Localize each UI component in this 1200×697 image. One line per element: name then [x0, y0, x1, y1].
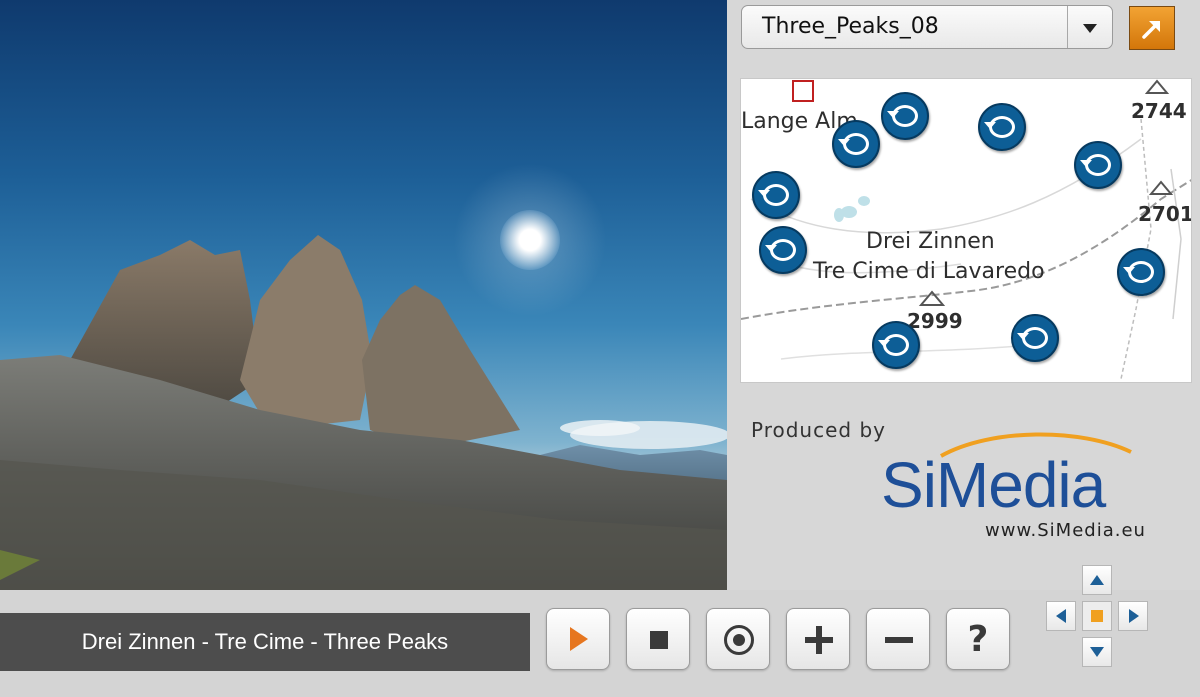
player-controls: Drei Zinnen - Tre Cime - Three Peaks ? [0, 590, 1200, 697]
website-link[interactable]: www.SiMedia.eu [985, 520, 1146, 541]
expand-arrow-icon [1142, 21, 1160, 39]
pan-left-button[interactable] [1046, 601, 1076, 631]
map-panorama-marker[interactable] [978, 103, 1026, 151]
fullscreen-button[interactable] [1129, 6, 1175, 50]
map-label-tre-cime: Tre Cime di Lavaredo [813, 259, 1045, 284]
map-panorama-marker[interactable] [881, 92, 929, 140]
zoom-out-button[interactable] [866, 608, 930, 670]
zoom-in-button[interactable] [786, 608, 850, 670]
map-label-drei-zinnen: Drei Zinnen [866, 229, 995, 254]
chevron-down-icon[interactable] [1067, 6, 1112, 48]
panorama-caption: Drei Zinnen - Tre Cime - Three Peaks [0, 613, 530, 671]
map-panorama-marker[interactable] [1117, 248, 1165, 296]
record-button[interactable] [706, 608, 770, 670]
map-panorama-marker[interactable] [1074, 141, 1122, 189]
mountain-scene [0, 235, 727, 590]
map-panorama-marker[interactable] [1011, 314, 1059, 362]
navigation-pad [1045, 565, 1149, 669]
help-label: ? [967, 619, 989, 660]
location-map[interactable]: Lange Alm 2744 2701 Drei Zinnen Tre Cime… [740, 78, 1192, 383]
play-button[interactable] [546, 608, 610, 670]
produced-by-label: Produced by [751, 418, 886, 442]
map-panorama-marker[interactable] [872, 321, 920, 369]
map-label-peak-2999: 2999 [907, 309, 963, 333]
simedia-logo[interactable]: SiMedia [881, 428, 1161, 533]
stop-button[interactable] [626, 608, 690, 670]
map-panorama-marker[interactable] [832, 120, 880, 168]
map-label-peak-2701: 2701 [1138, 202, 1192, 226]
pan-right-button[interactable] [1118, 601, 1148, 631]
map-panorama-marker[interactable] [752, 171, 800, 219]
panorama-viewer[interactable] [0, 0, 727, 590]
side-panel: Three_Peaks_08 Lange Alm 2744 2701 Drei … [727, 0, 1200, 590]
logo-text: SiMedia [881, 449, 1106, 521]
pan-down-button[interactable] [1082, 637, 1112, 667]
pan-up-button[interactable] [1082, 565, 1112, 595]
panorama-select[interactable]: Three_Peaks_08 [741, 5, 1113, 49]
map-panorama-marker[interactable] [759, 226, 807, 274]
map-label-peak-2744: 2744 [1131, 99, 1187, 123]
reset-view-button[interactable] [1082, 601, 1112, 631]
panorama-select-value: Three_Peaks_08 [762, 14, 939, 39]
help-button[interactable]: ? [946, 608, 1010, 670]
